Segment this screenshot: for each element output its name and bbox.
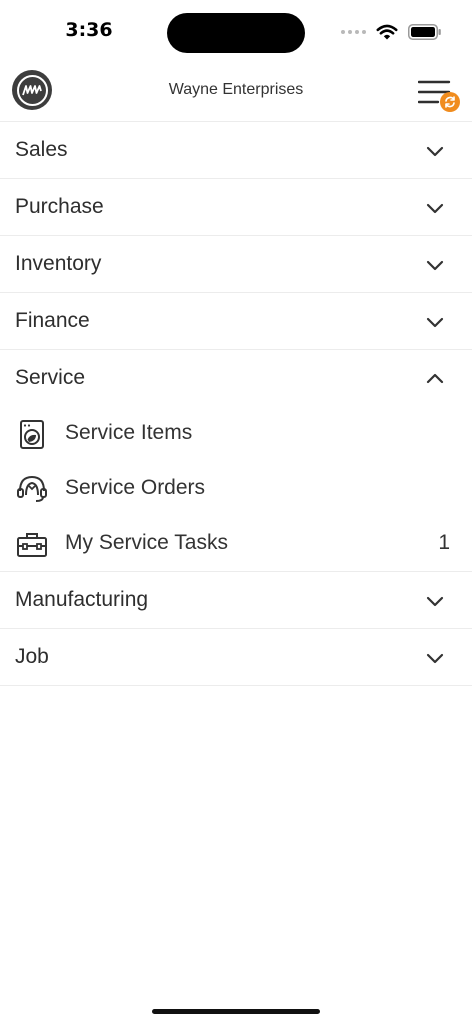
chevron-down-icon — [426, 317, 444, 328]
chevron-down-icon — [426, 203, 444, 214]
company-name: Wayne Enterprises — [168, 81, 304, 98]
submenu-item-label: Service Items — [65, 421, 193, 444]
status-bar: 3:36 — [0, 0, 472, 64]
dynamic-island — [167, 13, 305, 53]
menu-section-inventory[interactable]: Inventory — [0, 236, 472, 293]
chevron-up-icon — [426, 373, 444, 384]
menu-section-job[interactable]: Job — [0, 629, 472, 686]
sync-icon — [445, 96, 455, 108]
service-submenu: Service Items Service Orders My Service … — [0, 406, 472, 572]
section-label: Service — [15, 366, 86, 389]
menu-section-finance[interactable]: Finance — [0, 293, 472, 350]
chevron-down-icon — [426, 260, 444, 271]
section-label: Job — [15, 645, 49, 668]
washing-machine-icon — [20, 420, 44, 449]
section-label: Purchase — [15, 195, 104, 218]
menu-section-service[interactable]: Service — [0, 350, 472, 406]
sync-badge[interactable] — [440, 92, 460, 112]
menu-button[interactable] — [414, 74, 460, 114]
home-indicator[interactable] — [152, 1009, 320, 1014]
toolbox-icon — [17, 533, 47, 557]
submenu-item-count: 1 — [438, 531, 450, 554]
menu-section-manufacturing[interactable]: Manufacturing — [0, 572, 472, 629]
submenu-item-label: Service Orders — [65, 476, 206, 499]
section-label: Inventory — [15, 252, 102, 275]
chevron-down-icon — [426, 596, 444, 607]
app-header: Wayne Enterprises — [0, 64, 472, 122]
chevron-down-icon — [426, 653, 444, 664]
submenu-item-label: My Service Tasks — [65, 531, 228, 554]
navigation-menu: Sales Purchase Inventory Finance Service… — [0, 122, 472, 686]
status-icons — [341, 22, 442, 42]
submenu-item-my-service-tasks[interactable]: My Service Tasks 1 — [0, 516, 472, 571]
submenu-item-service-items[interactable]: Service Items — [0, 406, 472, 461]
section-label: Manufacturing — [15, 588, 149, 611]
menu-section-sales[interactable]: Sales — [0, 122, 472, 179]
cellular-signal-icon — [341, 30, 366, 34]
menu-section-purchase[interactable]: Purchase — [0, 179, 472, 236]
wifi-icon — [376, 24, 398, 39]
battery-icon — [408, 24, 441, 40]
status-time: 3:36 — [65, 19, 113, 41]
section-label: Finance — [15, 309, 90, 332]
submenu-item-service-orders[interactable]: Service Orders — [0, 461, 472, 516]
headset-agent-icon — [17, 475, 47, 502]
section-label: Sales — [15, 138, 68, 161]
chevron-down-icon — [426, 146, 444, 157]
